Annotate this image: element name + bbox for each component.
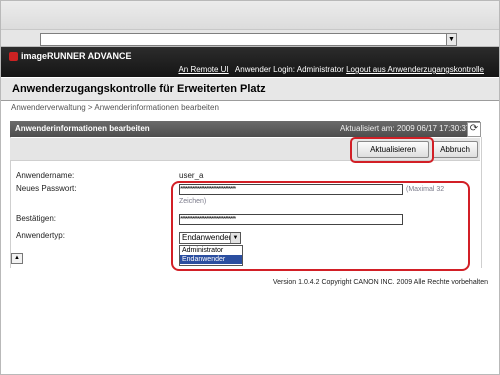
breadcrumb: Anwenderverwaltung > Anwenderinformation… xyxy=(11,103,219,112)
update-button-highlight xyxy=(350,137,434,163)
last-updated: Aktualisiert am: 2009 06/17 17:30:37 xyxy=(340,124,471,133)
form-highlight xyxy=(171,181,470,271)
remote-ui-link[interactable]: An Remote UI xyxy=(178,65,228,74)
address-dropdown-arrow-icon[interactable]: ▼ xyxy=(446,33,457,46)
canon-logo-icon xyxy=(9,52,18,61)
panel-title: Anwenderinformationen bearbeiten xyxy=(15,124,150,133)
username-value: user_a xyxy=(179,171,204,180)
address-dropdown[interactable] xyxy=(40,33,456,46)
page-title: Anwenderzugangskontrolle für Erweiterten… xyxy=(12,83,266,95)
copyright: Version 1.0.4.2 Copyright CANON INC. 200… xyxy=(272,279,488,286)
confirm-label: Bestätigen: xyxy=(16,214,57,223)
header-links: An Remote UI Anwender Login: Administrat… xyxy=(178,65,484,74)
browser-toolbar xyxy=(1,1,499,30)
username-label: Anwendername: xyxy=(16,171,75,180)
logout-link[interactable]: Logout aus Anwenderzugangskontrolle xyxy=(346,65,484,74)
refresh-icon[interactable]: ⟳ xyxy=(467,122,481,137)
scroll-to-top-icon[interactable]: ▲ xyxy=(11,253,23,264)
new-password-label: Neues Passwort: xyxy=(16,184,77,193)
app-title: imageRUNNER ADVANCE xyxy=(21,51,132,61)
user-type-label: Anwendertyp: xyxy=(16,231,65,240)
login-status: Anwender Login: Administrator xyxy=(234,65,344,74)
cancel-button[interactable]: Abbruch xyxy=(432,141,478,158)
